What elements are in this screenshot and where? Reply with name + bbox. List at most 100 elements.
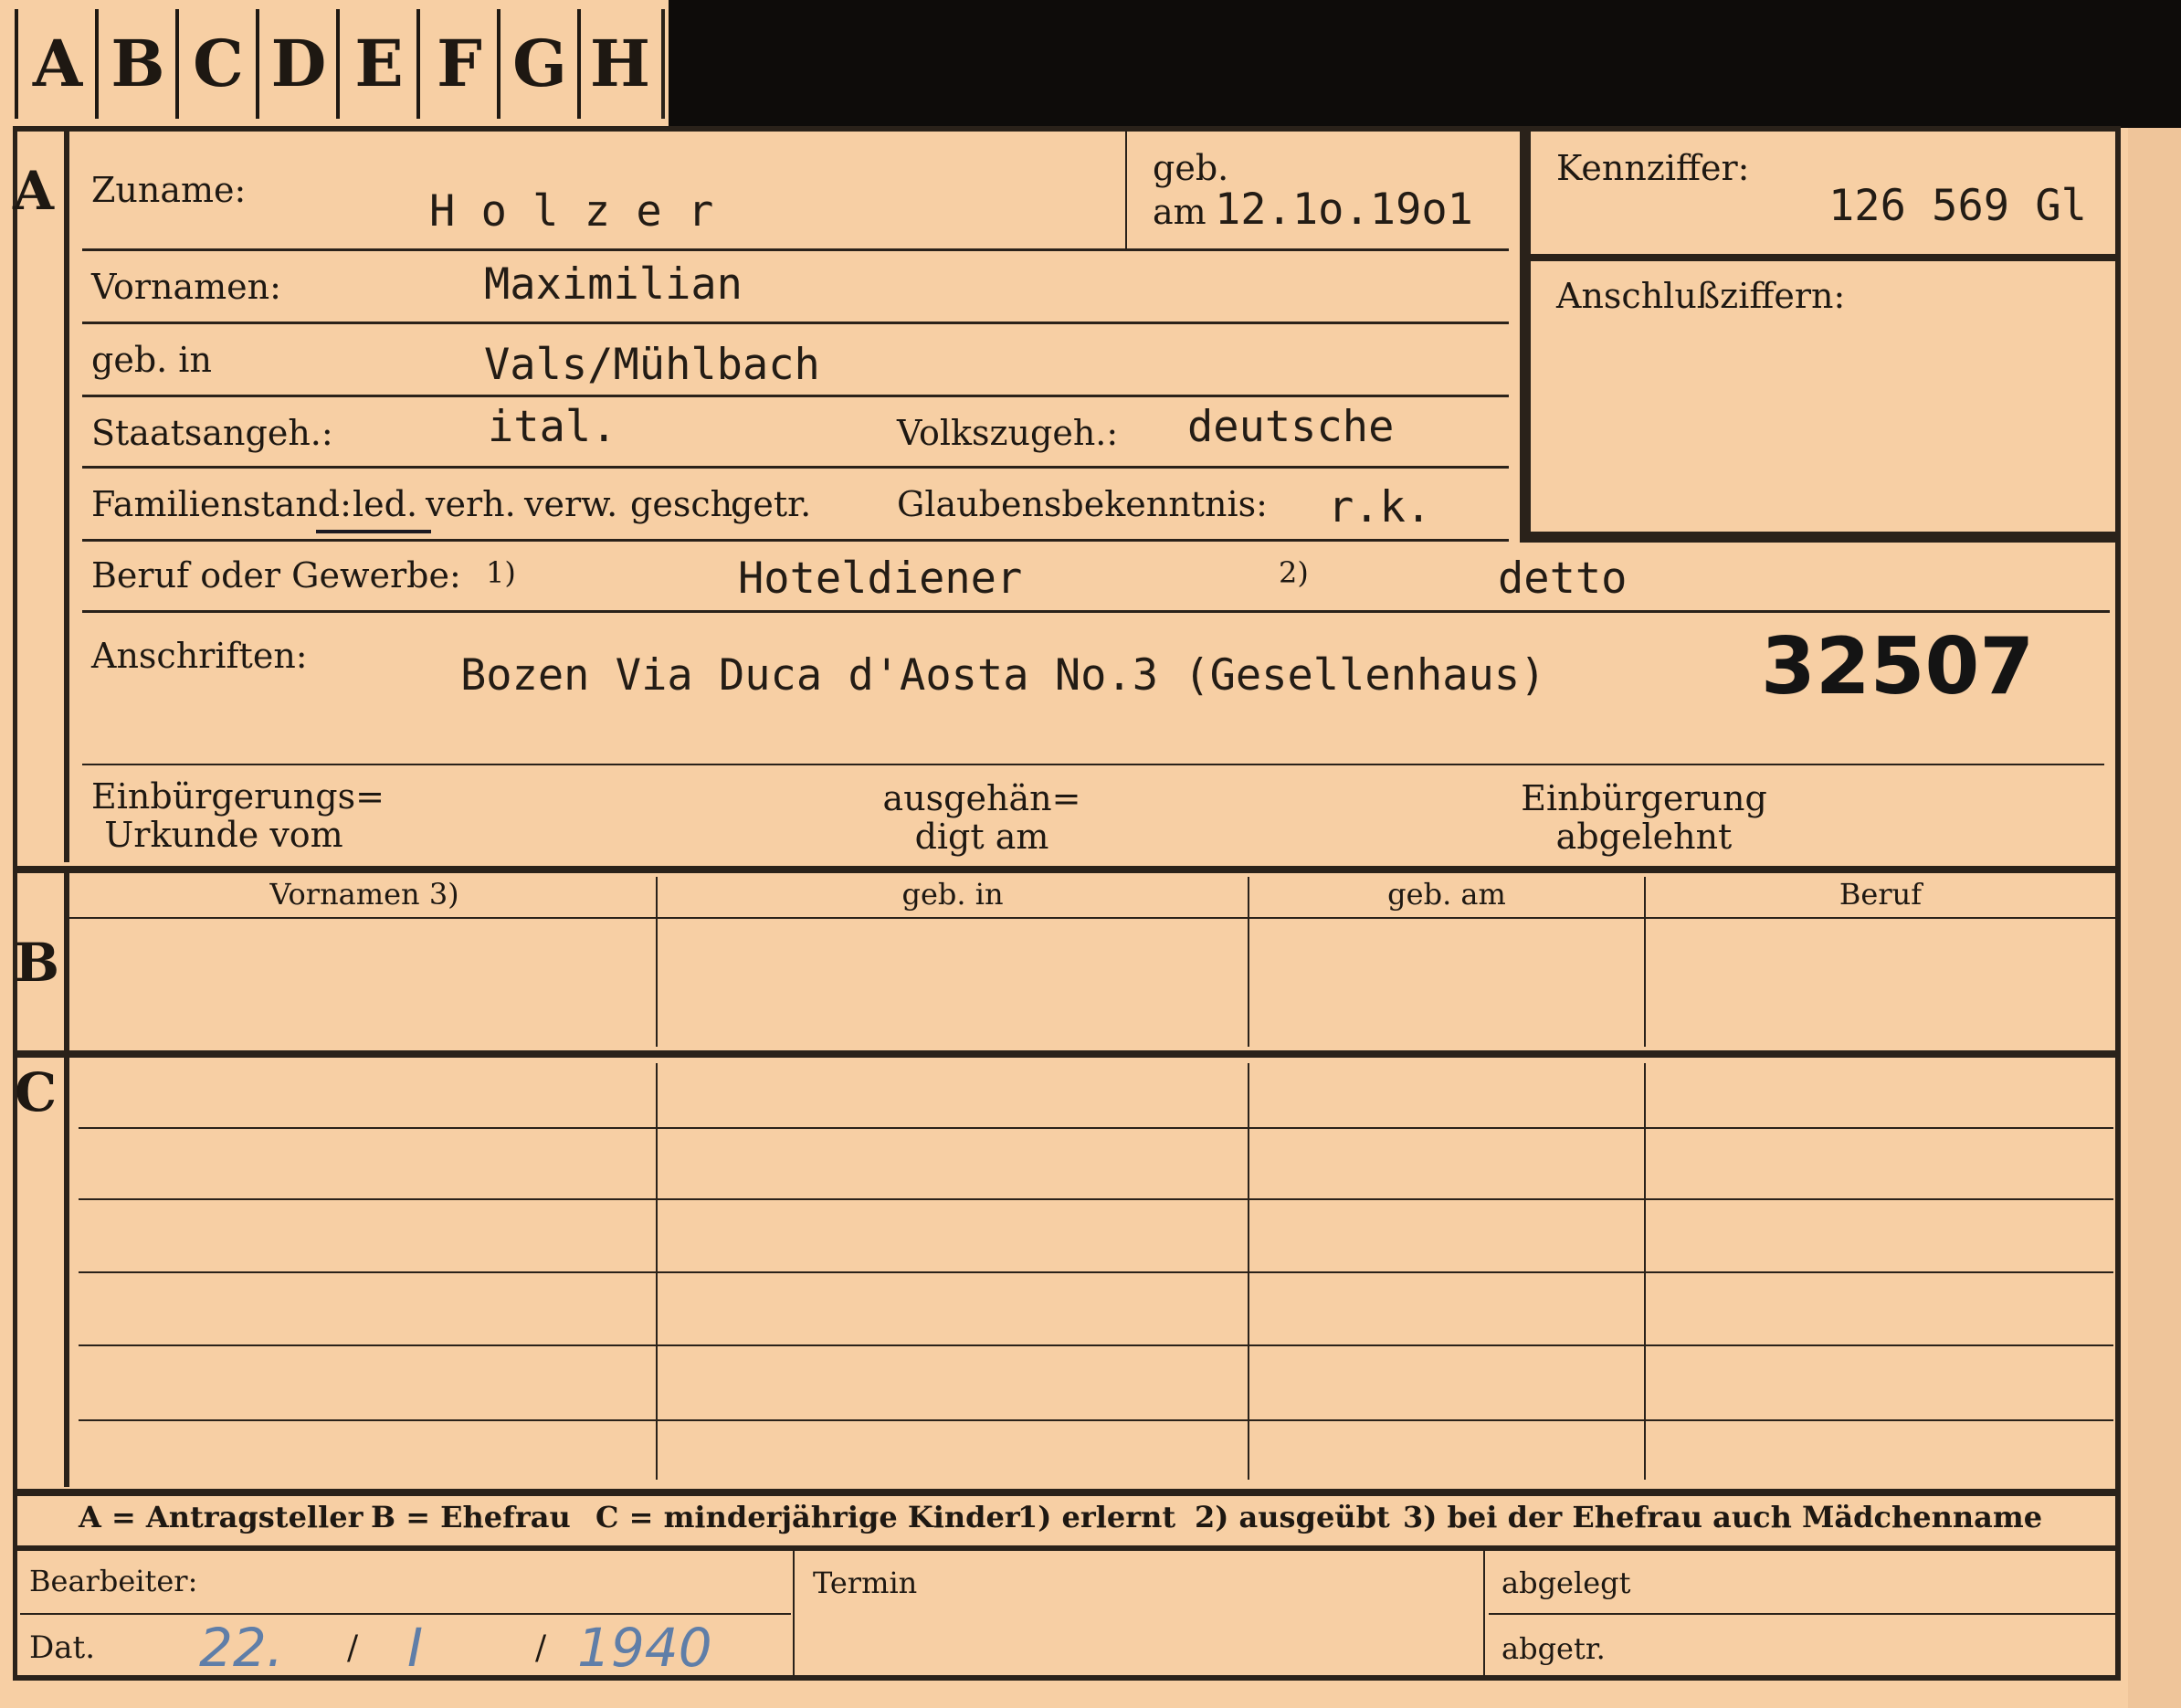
section-c-marker: C — [15, 1061, 58, 1123]
row-line-1 — [82, 248, 1509, 251]
dat-sep-1: / — [347, 1629, 359, 1667]
familienstand-selected-underline — [316, 530, 431, 533]
row-line-6 — [82, 610, 2110, 613]
frame-right — [2115, 126, 2121, 1679]
dat-sep-2: / — [535, 1629, 547, 1667]
frame-bottom — [13, 1675, 2121, 1681]
tab-c[interactable]: C — [175, 9, 258, 119]
familienstand-option-verh[interactable]: verh. — [426, 484, 516, 524]
legend-c: C = minderjährige Kinder — [595, 1500, 1020, 1534]
b-col-geb-in: geb. in — [901, 877, 1004, 912]
bearbeiter-label: Bearbeiter: — [29, 1564, 198, 1598]
geb-am-value: 12.1o.19o1 — [1215, 185, 1473, 235]
beruf-value-2: detto — [1498, 554, 1628, 604]
tab-h[interactable]: H — [577, 9, 659, 119]
legend-b: B = Ehefrau — [371, 1500, 571, 1534]
abgetr-label: abgetr. — [1501, 1631, 1606, 1666]
beruf-mark-2: 2) — [1279, 555, 1309, 590]
geb-cell-divider — [1125, 130, 1127, 248]
kennziffer-box-left — [1520, 130, 1531, 541]
section-a-marker: A — [13, 160, 55, 222]
beruf-value-1: Hoteldiener — [738, 554, 1023, 604]
legend-note-1: 1) erlernt — [1017, 1500, 1176, 1534]
volkszugeh-value: deutsche — [1187, 402, 1395, 452]
c-row-line-5 — [79, 1419, 2113, 1421]
dat-label: Dat. — [29, 1629, 96, 1666]
anschluss-label: Anschlußziffern: — [1556, 276, 1846, 316]
staatsangeh-label: Staatsangeh.: — [91, 413, 333, 453]
row-line-5 — [82, 539, 1509, 542]
vornamen-label: Vornamen: — [91, 267, 281, 307]
geb-in-value: Vals/Mühlbach — [484, 340, 820, 390]
kennziffer-label: Kennziffer: — [1556, 148, 1750, 188]
section-b-marker: B — [15, 932, 60, 994]
familienstand-option-getr[interactable]: getr. — [731, 484, 811, 524]
ausgeh-line2: digt am — [914, 817, 1049, 857]
familienstand-option-led[interactable]: led. — [353, 484, 417, 524]
b-col-beruf: Beruf — [1839, 877, 1923, 912]
c-row-line-1 — [79, 1127, 2113, 1129]
abgelegt-label: abgelegt — [1501, 1566, 1631, 1600]
card-right-edge — [2128, 128, 2181, 1708]
legend-note-2: 2) ausgeübt — [1195, 1500, 1390, 1534]
familienstand-label: Familienstand: — [91, 484, 352, 524]
glaubens-label: Glaubensbekenntnis: — [897, 484, 1268, 524]
volkszugeh-label: Volkszugeh.: — [897, 413, 1119, 453]
tab-a[interactable]: A — [15, 9, 97, 119]
anschriften-value: Bozen Via Duca d'Aosta No.3 (Gesellenhau… — [460, 650, 1546, 701]
dat-month: I — [407, 1617, 424, 1679]
row-line-2 — [82, 322, 1509, 324]
kennziffer-divider — [1520, 254, 2115, 261]
tab-divider — [661, 9, 665, 119]
zuname-value: H o l z e r — [429, 186, 714, 237]
geb-label: geb. — [1153, 148, 1229, 188]
ausgeh-line1: ausgehän= — [882, 778, 1081, 818]
footer-line-right — [1489, 1613, 2119, 1615]
einb-abg-line2: abgelehnt — [1555, 817, 1733, 857]
geb-am-label: am — [1153, 192, 1206, 232]
section-b-rule — [64, 871, 69, 1054]
tab-g[interactable]: G — [497, 9, 579, 119]
row-line-3 — [82, 395, 1509, 397]
vornamen-value: Maximilian — [484, 259, 743, 310]
scan-background-top — [669, 0, 2181, 128]
kennziffer-box-bottom — [1520, 532, 2115, 543]
staatsangeh-value: ital. — [488, 402, 617, 452]
zuname-label: Zuname: — [91, 170, 247, 210]
footer-line-left — [20, 1613, 791, 1615]
tab-b[interactable]: B — [95, 9, 177, 119]
einb-urkunde-line1: Einbürgerungs= — [91, 776, 385, 817]
frame-top — [13, 126, 2119, 132]
dat-year: 1940 — [577, 1617, 712, 1679]
c-row-line-3 — [79, 1271, 2113, 1273]
legend-top — [13, 1489, 2119, 1496]
row-line-7 — [82, 764, 2104, 765]
beruf-label: Beruf oder Gewerbe: — [91, 555, 461, 596]
familienstand-option-verw[interactable]: verw. — [524, 484, 617, 524]
b-col-vornamen: Vornamen 3) — [269, 877, 459, 912]
section-a-rule — [64, 128, 69, 862]
b-col-geb-am: geb. am — [1387, 877, 1506, 912]
anschriften-label: Anschriften: — [91, 636, 308, 676]
row-line-4 — [82, 466, 1509, 469]
legend-a: A = Antragsteller — [79, 1500, 364, 1534]
legend-note-3: 3) bei der Ehefrau auch Mädchenname — [1403, 1500, 2043, 1534]
tab-strip: A B C D E F G H — [0, 0, 669, 128]
termin-label: Termin — [813, 1566, 918, 1600]
einb-abg-line1: Einbürgerung — [1521, 778, 1767, 818]
footer-divider-2 — [1483, 1549, 1485, 1675]
beruf-mark-1: 1) — [486, 555, 516, 590]
stamp-number: 32507 — [1761, 621, 2035, 712]
section-b-header-line — [69, 917, 2115, 919]
section-b-top — [13, 866, 2119, 873]
tab-f[interactable]: F — [416, 9, 499, 119]
tab-d[interactable]: D — [256, 9, 338, 119]
footer-top — [13, 1545, 2119, 1551]
dat-day: 22. — [199, 1617, 284, 1679]
tab-e[interactable]: E — [336, 9, 418, 119]
footer-divider-1 — [793, 1549, 795, 1675]
index-card: A B C D E F G H A Kennziffer: 126 569 Gl… — [0, 0, 2181, 1708]
einb-urkunde-line2: Urkunde vom — [104, 815, 343, 855]
glaubens-value: r.k. — [1328, 482, 1432, 532]
familienstand-option-gesch[interactable]: gesch. — [630, 484, 743, 524]
